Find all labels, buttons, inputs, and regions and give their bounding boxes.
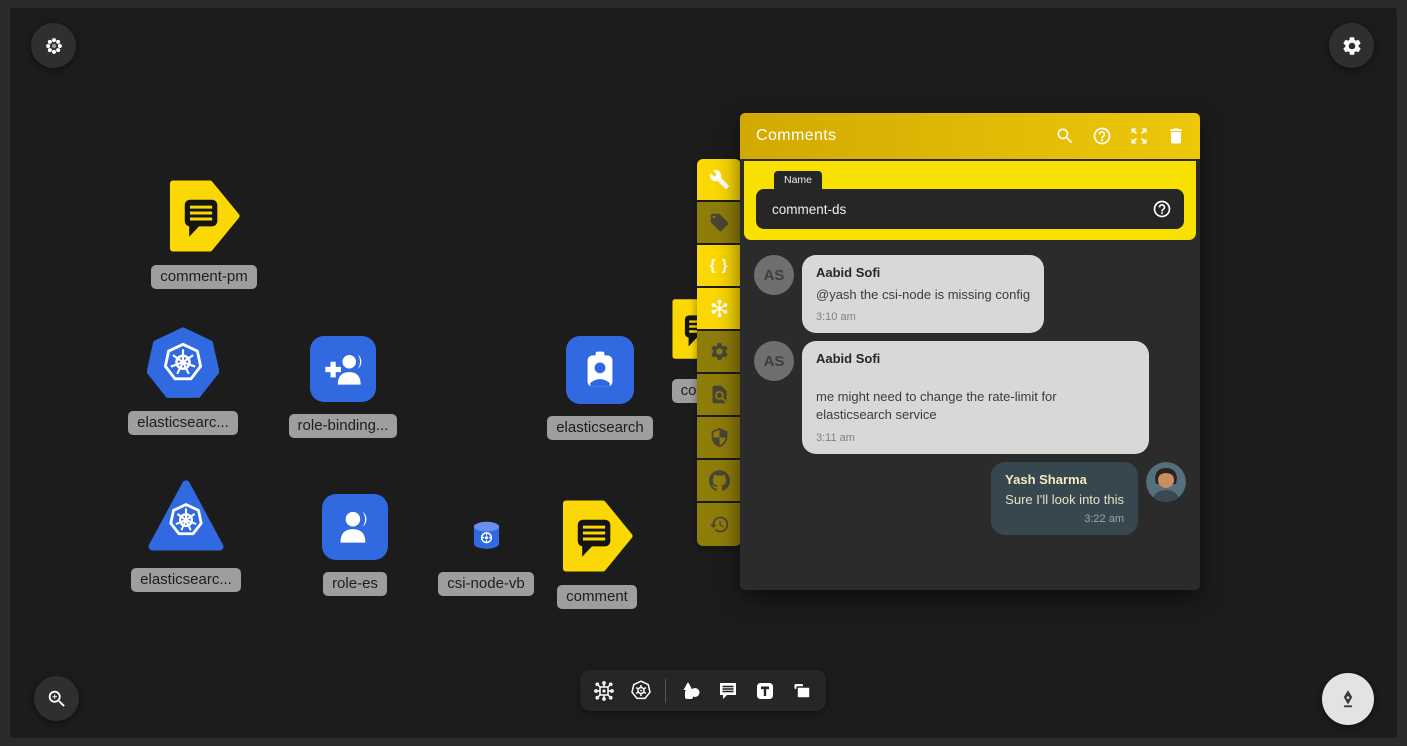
- toolbar-divider: [665, 679, 666, 703]
- node-elasticsearch-triangle[interactable]: elasticsearc...: [121, 478, 251, 592]
- chat-message-list[interactable]: AS Aabid Sofi @yash the csi-node is miss…: [740, 240, 1200, 536]
- shape-palette-toolbar: [580, 670, 826, 711]
- name-input[interactable]: [756, 202, 1184, 217]
- chat-message: AS Aabid Sofi me might need to change th…: [754, 341, 1186, 453]
- note-tool-icon[interactable]: [789, 678, 815, 704]
- wrench-icon: [709, 169, 730, 190]
- settings-button[interactable]: [697, 331, 741, 374]
- settings-button[interactable]: [1329, 23, 1374, 68]
- node-label: role-es: [323, 572, 387, 596]
- app-menu-button[interactable]: [31, 23, 76, 68]
- tag-icon: [709, 212, 730, 233]
- message-author: Aabid Sofi: [816, 351, 1135, 366]
- message-time: 3:11 am: [816, 432, 1135, 444]
- security-button[interactable]: [697, 417, 741, 460]
- circuit-icon[interactable]: [591, 678, 617, 704]
- zoom-button[interactable]: [34, 676, 79, 721]
- comments-panel-header[interactable]: Comments: [740, 113, 1200, 159]
- role-icon: [322, 494, 388, 560]
- expand-icon[interactable]: [1129, 126, 1149, 146]
- kubernetes-heptagon-icon: [147, 327, 219, 399]
- help-icon[interactable]: [1092, 126, 1112, 146]
- history-button[interactable]: [697, 503, 741, 546]
- flower-icon: [43, 35, 65, 57]
- json-config-button[interactable]: { }: [697, 245, 741, 288]
- shield-icon: [709, 427, 730, 448]
- kubernetes-triangle-icon: [147, 478, 225, 556]
- gear-icon: [709, 341, 730, 362]
- storage-cylinder-icon: [468, 517, 505, 554]
- node-elasticsearch-serviceaccount[interactable]: elasticsearch: [535, 336, 665, 440]
- help-icon[interactable]: [1152, 199, 1172, 219]
- chat-message: AS Aabid Sofi @yash the csi-node is miss…: [754, 255, 1186, 333]
- text-tool-icon[interactable]: [752, 678, 778, 704]
- comments-panel: Comments Name AS Aabid Sofi @yash the cs…: [740, 113, 1200, 590]
- message-time: 3:10 am: [816, 311, 1030, 323]
- name-field-label: Name: [774, 171, 822, 189]
- message-text: Sure I'll look into this: [1005, 491, 1124, 509]
- pen-tool-button[interactable]: [1322, 673, 1374, 725]
- comment-shape-icon: [167, 179, 241, 253]
- node-label: elasticsearc...: [131, 568, 241, 592]
- role-binding-icon: [310, 336, 376, 402]
- braces-icon: { }: [710, 257, 729, 274]
- comment-tool-icon[interactable]: [715, 678, 741, 704]
- history-icon: [709, 514, 730, 535]
- design-canvas[interactable]: comment-pm elasticsearc... role-binding.…: [10, 8, 1397, 738]
- node-label: comment: [557, 585, 637, 609]
- hub-button[interactable]: [697, 288, 741, 331]
- tag-button[interactable]: [697, 202, 741, 245]
- kubernetes-icon[interactable]: [628, 678, 654, 704]
- node-role-es[interactable]: role-es: [290, 494, 420, 596]
- find-in-page-icon: [709, 384, 730, 405]
- node-comment[interactable]: comment: [532, 499, 662, 609]
- message-author: Aabid Sofi: [816, 265, 1030, 280]
- node-action-toolbar: { }: [697, 159, 741, 546]
- node-elasticsearch-crd[interactable]: elasticsearc...: [118, 327, 248, 435]
- inspect-button[interactable]: [697, 374, 741, 417]
- delete-icon[interactable]: [1166, 126, 1186, 146]
- search-icon[interactable]: [1055, 126, 1075, 146]
- message-text: me might need to change the rate-limit f…: [816, 388, 1135, 424]
- avatar: AS: [754, 341, 794, 381]
- name-section: Name: [744, 161, 1196, 240]
- comment-shape-icon: [560, 499, 634, 573]
- node-role-binding[interactable]: role-binding...: [278, 336, 408, 438]
- zoom-in-icon: [46, 688, 68, 710]
- node-label: comment-pm: [151, 265, 257, 289]
- node-label: role-binding...: [289, 414, 398, 438]
- node-comment-pm[interactable]: comment-pm: [139, 179, 269, 289]
- avatar-photo: [1146, 462, 1186, 502]
- hub-icon: [709, 298, 730, 319]
- message-text: @yash the csi-node is missing config: [816, 286, 1030, 304]
- avatar: AS: [754, 255, 794, 295]
- github-icon: [709, 470, 730, 491]
- message-time: 3:22 am: [1005, 513, 1124, 525]
- node-label: elasticsearc...: [128, 411, 238, 435]
- chat-message: Yash Sharma Sure I'll look into this 3:2…: [754, 462, 1186, 535]
- pen-icon: [1337, 688, 1359, 710]
- name-field[interactable]: [756, 189, 1184, 229]
- node-label: csi-node-vb: [438, 572, 534, 596]
- service-account-badge-icon: [566, 336, 634, 404]
- shapes-icon[interactable]: [678, 678, 704, 704]
- panel-title: Comments: [756, 127, 1038, 145]
- message-author: Yash Sharma: [1005, 472, 1124, 487]
- configure-button[interactable]: [697, 159, 741, 202]
- node-label: elasticsearch: [547, 416, 653, 440]
- node-csi-node-vb[interactable]: csi-node-vb: [426, 517, 546, 596]
- gear-icon: [1341, 35, 1363, 57]
- github-button[interactable]: [697, 460, 741, 503]
